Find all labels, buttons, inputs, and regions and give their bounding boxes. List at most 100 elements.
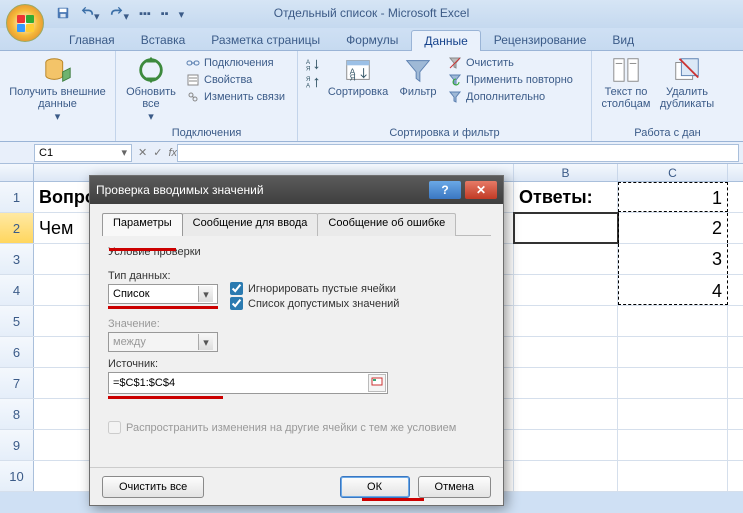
formula-input[interactable] (177, 144, 739, 162)
properties-button[interactable]: Свойства (184, 72, 287, 88)
tab-view[interactable]: Вид (599, 29, 647, 50)
row-header[interactable]: 5 (0, 306, 34, 336)
clear-icon (448, 56, 462, 70)
cell[interactable]: Ответы: (514, 182, 618, 212)
tab-data[interactable]: Данные (411, 30, 480, 51)
group-connections-label: Подключения (122, 126, 291, 141)
sort-desc-icon: ЯА (306, 75, 320, 89)
undo-icon[interactable]: ▾ (80, 6, 100, 23)
tab-formulas[interactable]: Формулы (333, 29, 411, 50)
col-header-c[interactable]: C (618, 164, 728, 181)
chain-icon (186, 90, 200, 104)
svg-text:Я: Я (350, 72, 356, 82)
formula-bar: C1▾ ✕ ✓ fx (0, 142, 743, 164)
properties-icon (186, 73, 200, 87)
ignore-blank-checkbox[interactable]: Игнорировать пустые ячейки (230, 282, 399, 295)
qat-dropdown-icon[interactable]: ▾ (179, 8, 185, 21)
cell-active[interactable] (514, 213, 618, 243)
quick-access-toolbar: ▾ ▾ ▪▪▪ ▪▪ ▾ (56, 6, 184, 23)
in-cell-dropdown-checkbox[interactable]: Список допустимых значений (230, 297, 399, 310)
text-to-columns-button[interactable]: Текст по столбцам (598, 53, 654, 112)
row-header[interactable]: 1 (0, 182, 34, 212)
select-all-corner[interactable] (0, 164, 34, 181)
edit-links-button[interactable]: Изменить связи (184, 89, 287, 105)
row-header[interactable]: 10 (0, 461, 34, 491)
cell[interactable]: 2 (618, 213, 728, 243)
redo-icon[interactable]: ▾ (110, 6, 130, 23)
fx-icon[interactable]: fx (168, 147, 177, 159)
range-picker-button[interactable] (368, 374, 386, 392)
save-icon[interactable] (56, 6, 70, 23)
tab-page-layout[interactable]: Разметка страницы (198, 29, 333, 50)
text-columns-icon (611, 55, 641, 85)
close-button[interactable]: ✕ (465, 181, 497, 199)
chevron-down-icon: ▾ (198, 334, 213, 350)
tab-insert[interactable]: Вставка (128, 29, 199, 50)
refresh-label: Обновить все (124, 87, 178, 110)
row-header[interactable]: 4 (0, 275, 34, 305)
funnel-icon (403, 55, 433, 85)
propagate-checkbox: Распространить изменения на другие ячейк… (108, 421, 485, 434)
sort-button[interactable]: АЯ Сортировка (326, 53, 390, 101)
sort-icon: АЯ (343, 55, 373, 85)
refresh-all-button[interactable]: Обновить все ▾ (122, 53, 180, 126)
tab-home[interactable]: Главная (56, 29, 128, 50)
tab-parameters[interactable]: Параметры (102, 213, 183, 236)
advanced-filter-button[interactable]: Дополнительно (446, 89, 575, 105)
allow-type-select[interactable]: Список▾ (108, 284, 218, 304)
qat-item-icon[interactable]: ▪▪ (161, 8, 169, 20)
group-sortfilter-label: Сортировка и фильтр (304, 126, 585, 141)
source-input[interactable] (109, 377, 367, 389)
row-header[interactable]: 3 (0, 244, 34, 274)
row-header[interactable]: 2 (0, 213, 34, 243)
remove-dup-icon (672, 55, 702, 85)
type-label: Тип данных: (108, 270, 218, 282)
sort-za-button[interactable]: ЯА (304, 74, 322, 90)
data-validation-dialog: Проверка вводимых значений ? ✕ Параметры… (89, 175, 504, 506)
office-button[interactable] (6, 4, 44, 42)
row-header[interactable]: 9 (0, 430, 34, 460)
remove-duplicates-button[interactable]: Удалить дубликаты (658, 53, 716, 112)
row-header[interactable]: 8 (0, 399, 34, 429)
cell[interactable]: 4 (618, 275, 728, 305)
sort-az-button[interactable]: АЯ (304, 57, 322, 73)
sort-label: Сортировка (328, 87, 388, 99)
ribbon: Получить внешние данные ▾ Обновить все ▾… (0, 50, 743, 142)
chevron-down-icon[interactable]: ▾ (121, 146, 127, 159)
source-input-wrapper (108, 372, 388, 394)
reapply-button[interactable]: Применить повторно (446, 72, 575, 88)
link-icon (186, 56, 200, 70)
source-label: Источник: (108, 358, 485, 370)
chevron-down-icon: ▾ (198, 286, 213, 302)
row-header[interactable]: 6 (0, 337, 34, 367)
cancel-icon: ✕ (138, 146, 147, 159)
advanced-icon (448, 90, 462, 104)
sort-asc-icon: АЯ (306, 58, 320, 72)
dialog-title: Проверка вводимых значений (96, 183, 264, 197)
svg-text:А: А (306, 82, 311, 89)
reapply-icon (448, 73, 462, 87)
cell[interactable]: 1 (618, 182, 728, 212)
clear-filter-button[interactable]: Очистить (446, 55, 575, 71)
get-external-label: Получить внешние данные (8, 87, 107, 110)
data-operator-select: между▾ (108, 332, 218, 352)
range-picker-icon (371, 377, 383, 389)
cancel-button[interactable]: Отмена (418, 476, 491, 498)
connections-button[interactable]: Подключения (184, 55, 287, 71)
get-external-data-button[interactable]: Получить внешние данные ▾ (6, 53, 109, 126)
database-icon (43, 55, 73, 85)
svg-text:Я: Я (306, 65, 310, 72)
tab-input-message[interactable]: Сообщение для ввода (182, 213, 319, 236)
confirm-icon: ✓ (153, 146, 162, 159)
help-button[interactable]: ? (429, 181, 461, 199)
col-header-b[interactable]: B (514, 164, 618, 181)
clear-all-button[interactable]: Очистить все (102, 476, 204, 498)
tab-error-alert[interactable]: Сообщение об ошибке (317, 213, 456, 236)
qat-item-icon[interactable]: ▪▪▪ (139, 8, 151, 20)
tab-review[interactable]: Рецензирование (481, 29, 600, 50)
cell[interactable]: 3 (618, 244, 728, 274)
ok-button[interactable]: ОК (340, 476, 410, 498)
filter-button[interactable]: Фильтр (394, 53, 442, 101)
row-header[interactable]: 7 (0, 368, 34, 398)
name-box[interactable]: C1▾ (34, 144, 132, 162)
